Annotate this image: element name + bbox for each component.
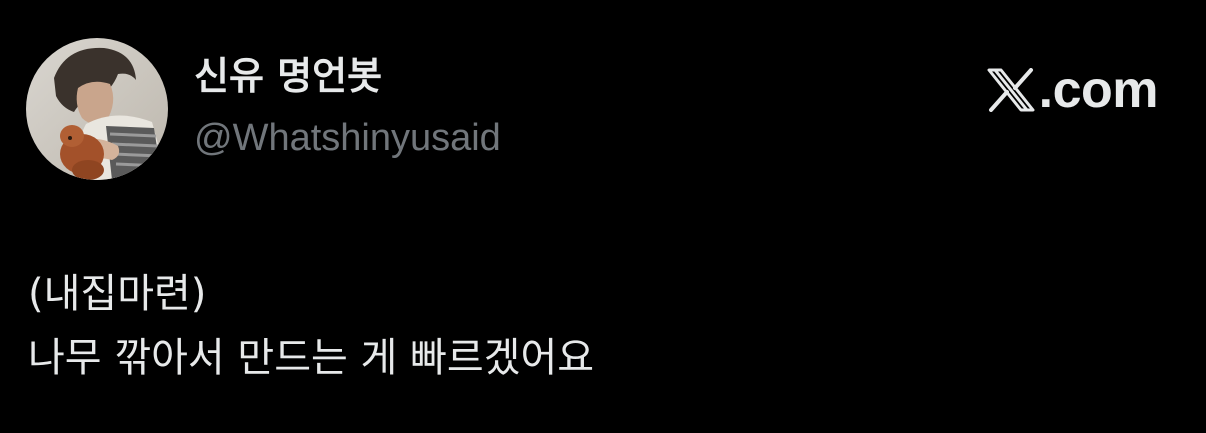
x-domain-text: .com <box>1038 61 1159 119</box>
post-body: (내집마련) 나무 깎아서 만드는 게 빠르겠어요 <box>28 262 1178 390</box>
author-display-name[interactable]: 신유 명언봇 <box>194 52 382 100</box>
avatar[interactable] <box>26 38 168 180</box>
post-line-1: (내집마련) <box>28 271 207 317</box>
x-logo-icon <box>987 68 1035 112</box>
author-handle[interactable]: @Whatshinyusaid <box>194 114 501 162</box>
avatar-photo <box>26 38 168 180</box>
x-brand-logo[interactable]: .com <box>987 61 1159 119</box>
post-line-2: 나무 깎아서 만드는 게 빠르겠어요 <box>28 335 595 381</box>
x-domain-suffix: com <box>1052 61 1159 119</box>
post-card: 신유 명언봇 @Whatshinyusaid .com (내집마련) 나무 깎아… <box>0 0 1206 433</box>
